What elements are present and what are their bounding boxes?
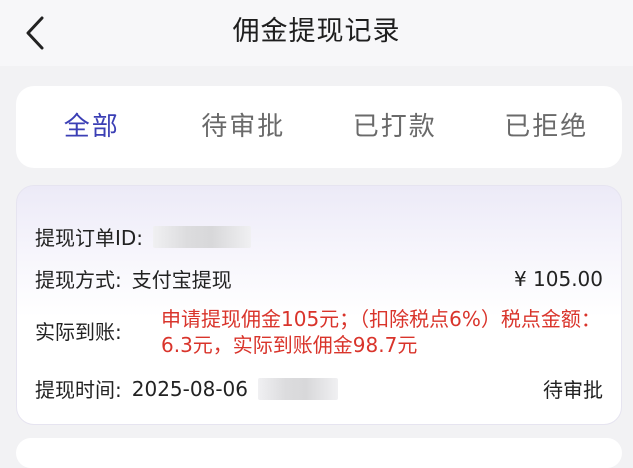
tab-rejected[interactable]: 已拒绝 <box>471 107 623 147</box>
tab-all[interactable]: 全部 <box>16 107 168 147</box>
time-label: 提现时间: <box>35 378 122 402</box>
time-row: 提现时间: 2025-08-06 待审批 <box>35 374 603 403</box>
tab-paid[interactable]: 已打款 <box>319 107 471 147</box>
withdraw-amount: ¥ 105.00 <box>513 266 603 291</box>
time-value: 2025-08-06 <box>131 376 248 401</box>
actual-received-detail: 申请提现佣金105元；（扣除税点6%）税点金额：6.3元，实际到账佣金98.7元 <box>161 307 601 357</box>
method-label: 提现方式: <box>35 268 122 292</box>
tab-pending[interactable]: 待审批 <box>168 107 320 147</box>
time-masked-value <box>257 377 338 400</box>
status-badge: 待审批 <box>543 378 603 402</box>
method-row: 提现方式: 支付宝提现 ¥ 105.00 <box>35 264 603 293</box>
order-id-masked-value <box>153 225 252 248</box>
order-id-row: 提现订单ID: <box>35 222 603 251</box>
page-title: 佣金提现记录 <box>232 16 401 47</box>
actual-received-label: 实际到账: <box>35 320 122 344</box>
withdrawal-record-card[interactable]: 提现订单ID: 提现方式: 支付宝提现 ¥ 105.00 实际到账: 申请提现佣… <box>16 185 622 425</box>
order-id-label: 提现订单ID: <box>35 226 144 250</box>
method-value: 支付宝提现 <box>131 268 232 292</box>
next-record-card[interactable] <box>16 438 622 468</box>
nav-bar: 佣金提现记录 <box>0 0 633 66</box>
status-tabs: 全部 待审批 已打款 已拒绝 <box>16 86 622 168</box>
